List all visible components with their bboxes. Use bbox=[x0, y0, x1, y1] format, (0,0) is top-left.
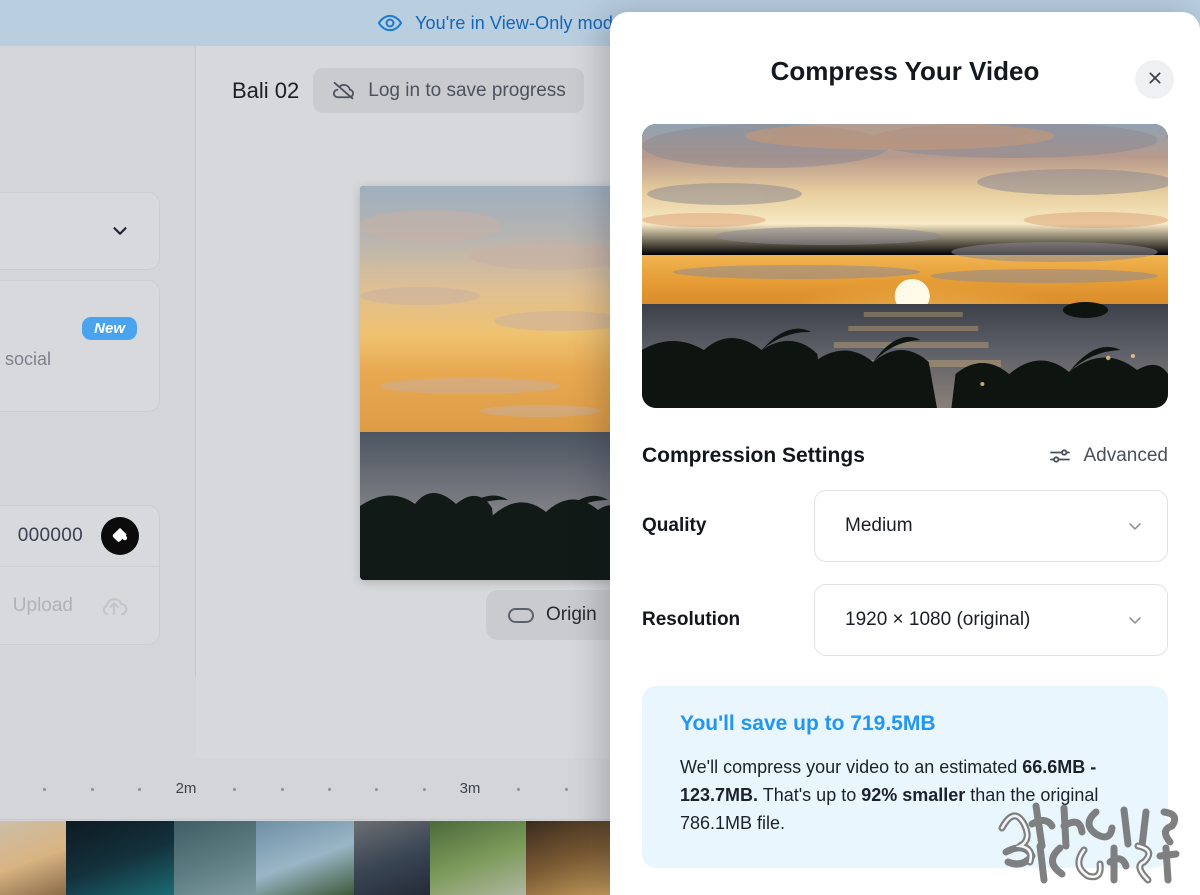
timeline-tick bbox=[91, 788, 94, 791]
color-hex-value[interactable]: 000000 bbox=[18, 525, 83, 547]
modal-header: Compress Your Video bbox=[610, 12, 1200, 116]
close-button[interactable] bbox=[1135, 60, 1174, 99]
timeline-tick bbox=[138, 788, 141, 791]
compression-settings-title: Compression Settings bbox=[642, 444, 865, 467]
cloud-off-icon bbox=[331, 78, 356, 103]
chevron-down-icon bbox=[1125, 610, 1145, 630]
timeline-thumbnail[interactable] bbox=[256, 821, 354, 895]
sidebar-dropdown-card[interactable] bbox=[0, 192, 160, 270]
sidebar-upload-row[interactable]: Upload bbox=[0, 567, 160, 645]
video-canvas-preview[interactable] bbox=[360, 186, 622, 580]
timeline-tick bbox=[281, 788, 284, 791]
sliders-icon bbox=[1048, 444, 1072, 468]
timeline-tick-label: 2m bbox=[175, 780, 197, 797]
compression-settings-row: Compression Settings Advanced bbox=[642, 444, 1168, 468]
chevron-down-icon bbox=[109, 220, 131, 242]
timeline-tick bbox=[233, 788, 236, 791]
canvas-toolbar: Bali 02 Log in to save progress bbox=[232, 68, 584, 113]
resolution-select[interactable]: 1920 × 1080 (original) bbox=[814, 584, 1168, 656]
savings-text-1: We'll compress your video to an estimate… bbox=[680, 757, 1023, 777]
savings-percent: 92% smaller bbox=[861, 784, 966, 805]
canvas-sunset-image bbox=[360, 186, 622, 580]
chevron-down-icon bbox=[1125, 516, 1145, 536]
login-to-save-button[interactable]: Log in to save progress bbox=[313, 68, 584, 113]
timeline-tick-label: 3m bbox=[459, 780, 481, 797]
login-chip-label: Log in to save progress bbox=[368, 79, 566, 101]
video-preview-thumbnail[interactable] bbox=[642, 124, 1168, 408]
resolution-label: Resolution bbox=[642, 609, 741, 630]
savings-body: We'll compress your video to an estimate… bbox=[680, 754, 1130, 838]
badge-new: New bbox=[82, 317, 137, 340]
savings-headline: You'll save up to 719.5MB bbox=[680, 712, 936, 735]
timeline-tick bbox=[375, 788, 378, 791]
aspect-ratio-label: Origin bbox=[546, 604, 597, 625]
upload-label: Upload bbox=[12, 594, 73, 616]
quality-field: Quality Medium bbox=[642, 490, 1168, 562]
timeline-tick bbox=[565, 788, 568, 791]
compress-video-modal: Compress Your Video Compression Settings… bbox=[610, 12, 1200, 895]
paint-bucket-icon[interactable] bbox=[101, 517, 139, 555]
timeline-tick bbox=[43, 788, 46, 791]
resolution-field: Resolution 1920 × 1080 (original) bbox=[642, 584, 1168, 656]
sidebar-social-card[interactable]: New social bbox=[0, 280, 160, 412]
quality-select[interactable]: Medium bbox=[814, 490, 1168, 562]
quality-value: Medium bbox=[845, 515, 913, 536]
savings-text-2: That's up to bbox=[758, 784, 862, 805]
modal-title: Compress Your Video bbox=[770, 56, 1040, 86]
cloud-upload-icon bbox=[99, 591, 129, 621]
timeline-thumbnail[interactable] bbox=[66, 821, 174, 895]
timeline-thumbnail[interactable] bbox=[174, 821, 256, 895]
sidebar-social-label: social bbox=[5, 349, 52, 369]
aspect-ratio-button[interactable]: Origin bbox=[486, 590, 619, 640]
page-title: Bali 02 bbox=[232, 77, 300, 103]
timeline-tick bbox=[517, 788, 520, 791]
eye-icon bbox=[377, 10, 403, 36]
quality-label: Quality bbox=[642, 515, 707, 536]
timeline-thumbnail[interactable] bbox=[430, 821, 526, 895]
advanced-label: Advanced bbox=[1083, 445, 1168, 466]
sidebar-color-card[interactable]: 000000 bbox=[0, 505, 160, 567]
timeline-tick bbox=[328, 788, 331, 791]
preview-sunset-image bbox=[642, 124, 1168, 408]
timeline-tick bbox=[423, 788, 426, 791]
timeline-thumbnail[interactable] bbox=[354, 821, 430, 895]
sidebar-panel: New social 000000 Upload bbox=[0, 46, 196, 676]
savings-info-box: You'll save up to 719.5MB We'll compress… bbox=[642, 686, 1168, 868]
close-icon bbox=[1147, 70, 1163, 89]
app-root: New social 000000 Upload Bali 02 Log in … bbox=[0, 0, 1200, 895]
aspect-ratio-icon bbox=[508, 607, 534, 623]
advanced-button[interactable]: Advanced bbox=[1048, 444, 1168, 468]
timeline-thumbnail[interactable] bbox=[0, 821, 66, 895]
timeline-thumbnail[interactable] bbox=[526, 821, 610, 895]
resolution-value: 1920 × 1080 (original) bbox=[845, 609, 1031, 630]
